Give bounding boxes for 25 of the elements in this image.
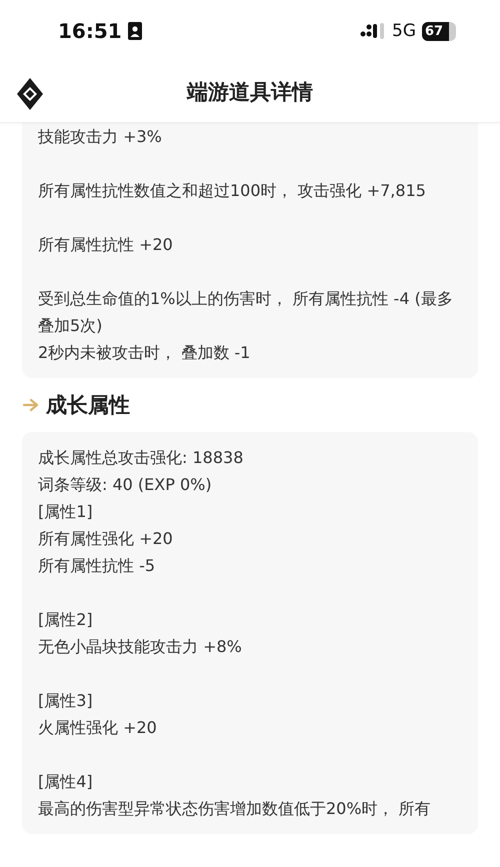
page-title: 端游道具详情: [187, 79, 313, 106]
attribute-text: [属性3]: [38, 690, 94, 712]
attribute-text: 所有属性抗性 -5: [38, 555, 156, 577]
diamond-logo-icon: [15, 76, 45, 112]
attribute-text: 成长属性总攻击强化: 18838: [38, 447, 244, 469]
arrow-icon: [22, 398, 40, 412]
signal-icon: [360, 23, 386, 39]
attribute-text: 无色小晶块技能攻击力 +8%: [38, 636, 243, 658]
attribute-text: 技能攻击力 +3%: [38, 126, 163, 148]
attribute-text: 所有属性抗性数值之和超过100时， 攻击强化 +7,815: [38, 180, 427, 202]
network-type: 5G: [392, 21, 416, 41]
clock-time: 16:51: [58, 19, 122, 43]
attribute-text: 最高的伤害型异常状态伤害增加数值低于20%时， 所有: [38, 798, 432, 820]
attribute-text: 受到总生命值的1%以上的伤害时， 所有属性抗性 -4 (最多叠加5次): [38, 288, 454, 337]
attribute-text: 所有属性强化 +20: [38, 528, 174, 550]
attribute-text: [属性1]: [38, 501, 94, 523]
person-badge-icon: [128, 22, 142, 40]
attribute-text: 火属性强化 +20: [38, 717, 158, 739]
attribute-text: 所有属性抗性 +20: [38, 234, 174, 256]
attribute-text: 词条等级: 40 (EXP 0%): [38, 474, 213, 496]
attribute-text: [属性4]: [38, 771, 94, 793]
section-heading: 成长属性: [46, 392, 130, 419]
attribute-text: [属性2]: [38, 609, 94, 631]
attribute-text: 2秒内未被攻击时， 叠加数 -1: [38, 342, 252, 364]
battery-icon: 67: [422, 22, 456, 40]
